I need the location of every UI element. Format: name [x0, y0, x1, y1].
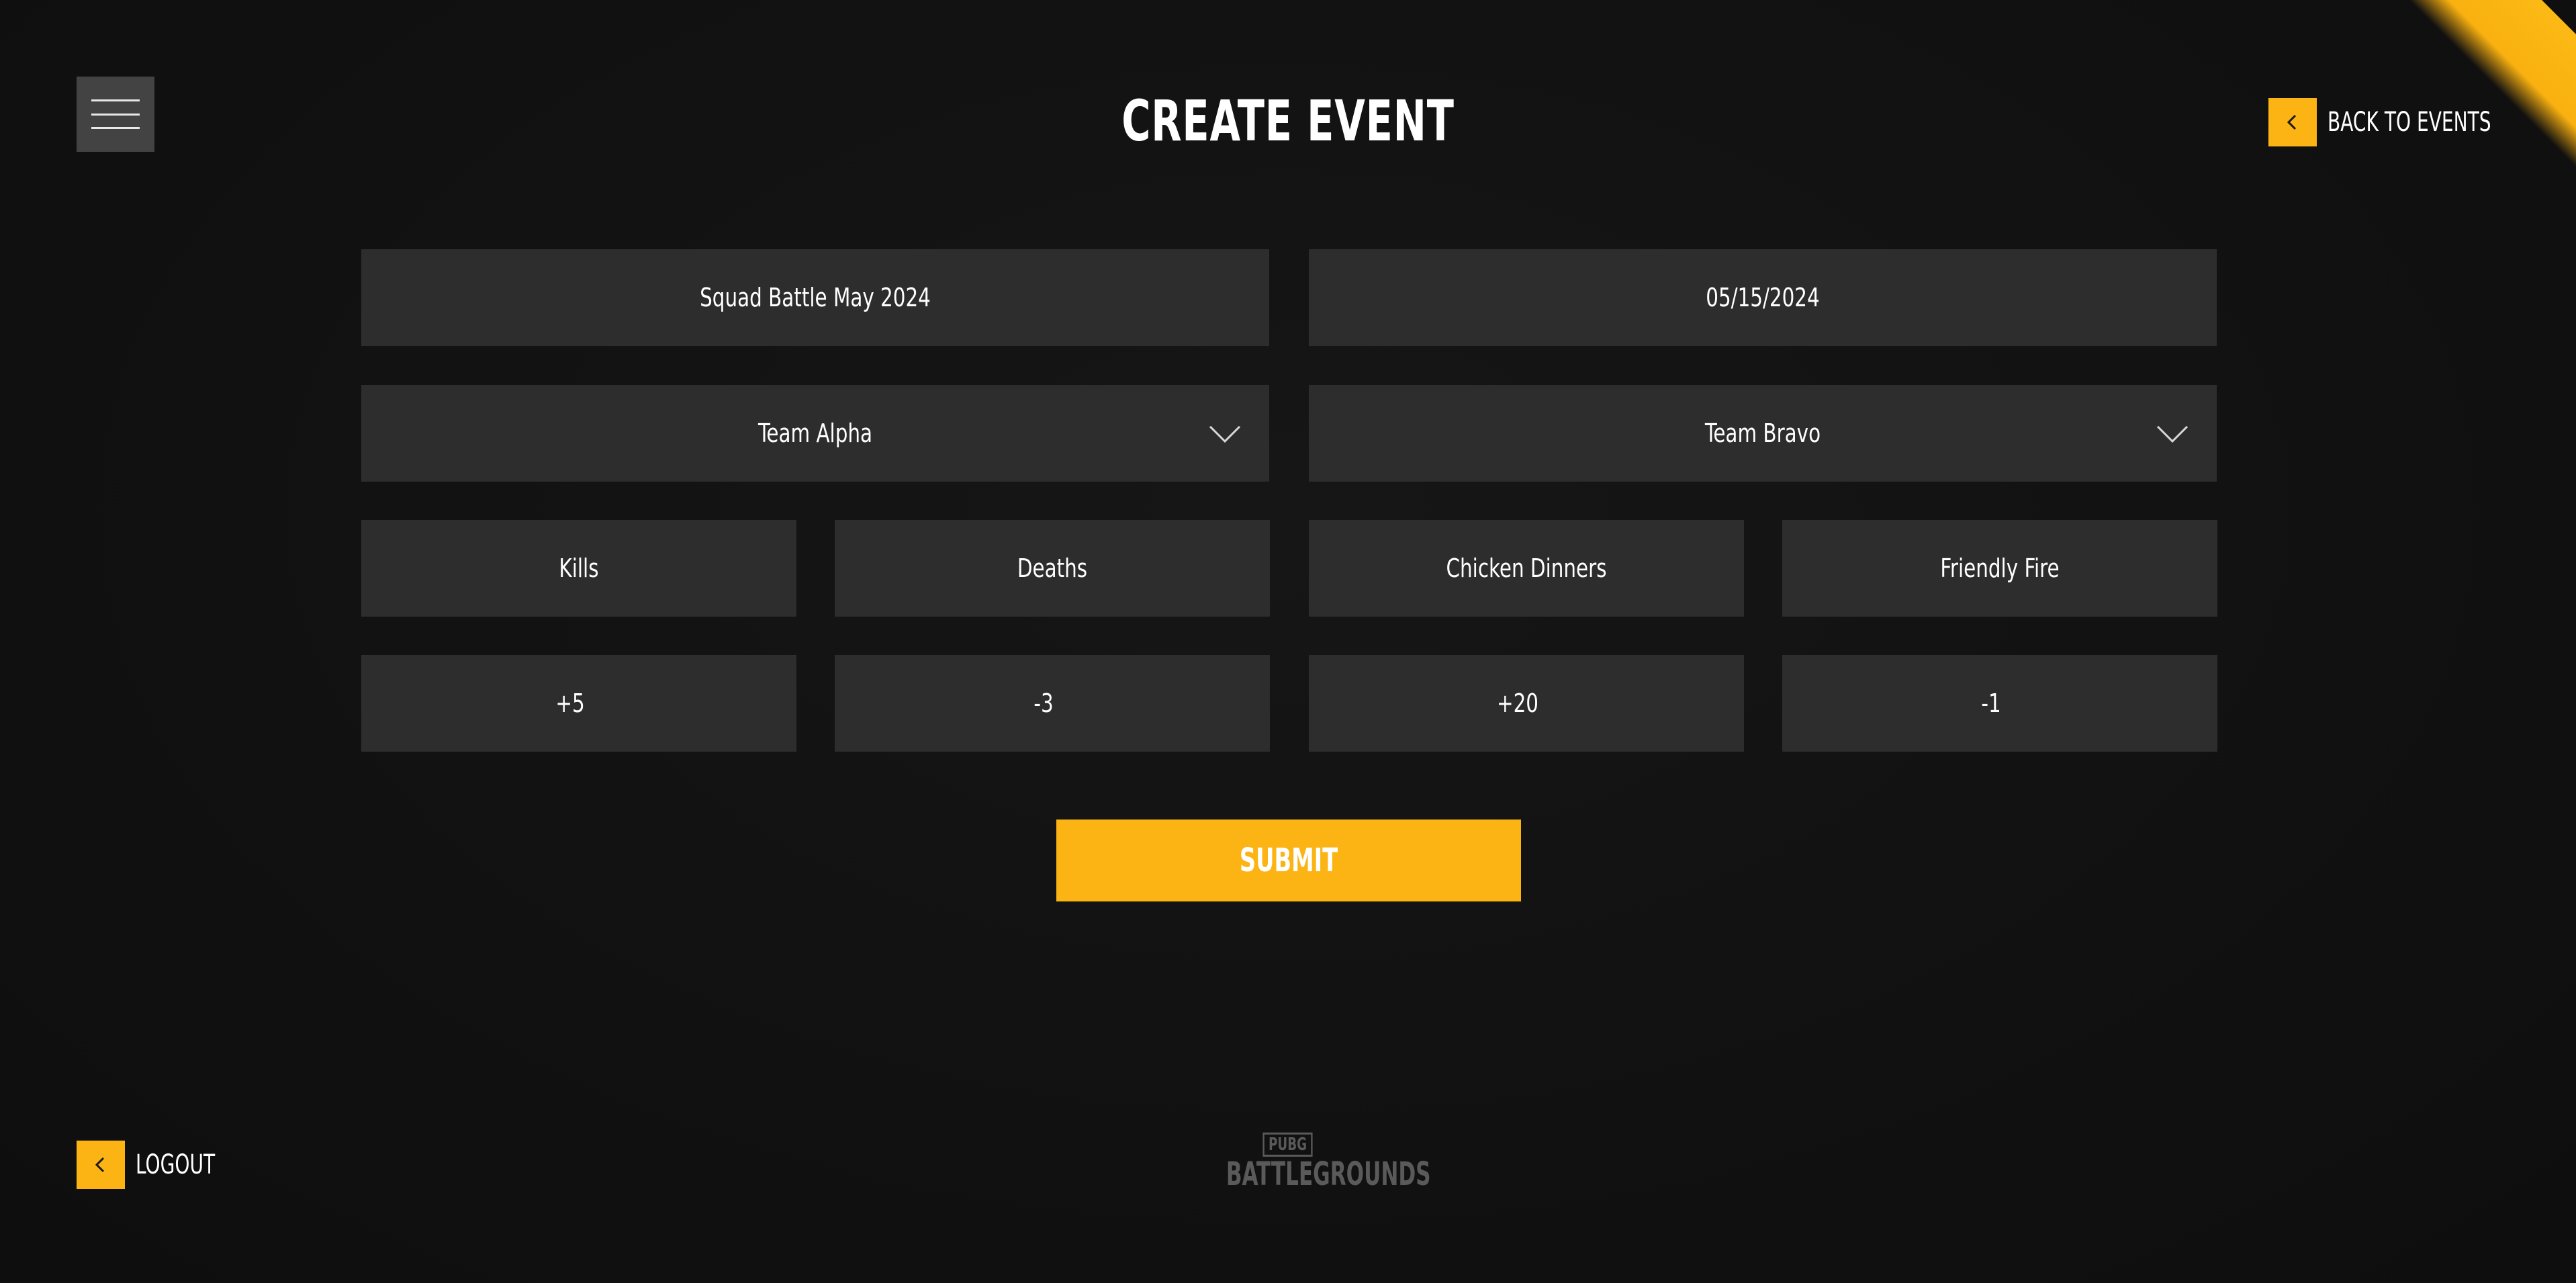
team-one-value: Team Alpha: [757, 418, 873, 448]
submit-label: SUBMIT: [1239, 842, 1338, 879]
chevron-left-icon: [77, 1141, 125, 1189]
stat-label-input-chicken-dinners[interactable]: Chicken Dinners: [1309, 520, 1744, 617]
chevron-down-icon: [1209, 425, 1241, 443]
menu-button[interactable]: [77, 77, 154, 152]
pubg-battlegrounds-logo: PUBG BATTLEGROUNDS: [1202, 1133, 1431, 1193]
brand-logo-top: PUBG: [1262, 1133, 1314, 1157]
create-event-page: CREATE EVENT BACK TO EVENTS Squad Battle…: [0, 0, 2576, 1283]
stat-label-input-friendly-fire[interactable]: Friendly Fire: [1782, 520, 2217, 617]
hamburger-menu-icon: [91, 99, 140, 129]
stat-label-value: Chicken Dinners: [1446, 554, 1607, 583]
stat-label-value: Kills: [559, 554, 599, 583]
stat-label-value: Friendly Fire: [1940, 554, 2060, 583]
page-title: CREATE EVENT: [1121, 88, 1455, 154]
logout-link[interactable]: LOGOUT: [77, 1141, 237, 1189]
event-date-value: 05/15/2024: [1706, 283, 1820, 312]
back-to-events-link[interactable]: BACK TO EVENTS: [2268, 98, 2537, 146]
stat-points-input-kills[interactable]: +5: [361, 655, 796, 752]
team-two-select[interactable]: Team Bravo: [1309, 385, 2217, 482]
stat-points-value: -3: [1033, 689, 1054, 718]
team-one-select[interactable]: Team Alpha: [361, 385, 1269, 482]
event-date-input[interactable]: 05/15/2024: [1309, 249, 2217, 346]
team-two-value: Team Bravo: [1704, 418, 1821, 448]
stat-points-input-chicken-dinners[interactable]: +20: [1309, 655, 1744, 752]
stat-points-value: +20: [1496, 689, 1539, 718]
chevron-left-icon: [2268, 98, 2317, 146]
corner-stripe-decoration: [2401, 0, 2576, 175]
corner-stripe-band: [2401, 0, 2576, 175]
submit-button[interactable]: SUBMIT: [1056, 820, 1521, 901]
event-name-value: Squad Battle May 2024: [700, 283, 931, 312]
stat-label-input-kills[interactable]: Kills: [361, 520, 796, 617]
stat-points-value: -1: [1981, 689, 2001, 718]
stat-label-input-deaths[interactable]: Deaths: [835, 520, 1270, 617]
stat-points-value: +5: [555, 689, 585, 718]
stat-points-input-friendly-fire[interactable]: -1: [1782, 655, 2217, 752]
brand-logo-bottom: BATTLEGROUNDS: [1226, 1155, 1431, 1193]
event-name-input[interactable]: Squad Battle May 2024: [361, 249, 1269, 346]
logout-label: LOGOUT: [136, 1149, 216, 1180]
back-to-events-label: BACK TO EVENTS: [2328, 107, 2491, 138]
stat-label-value: Deaths: [1017, 554, 1088, 583]
chevron-down-icon: [2156, 425, 2189, 443]
stat-points-input-deaths[interactable]: -3: [835, 655, 1270, 752]
